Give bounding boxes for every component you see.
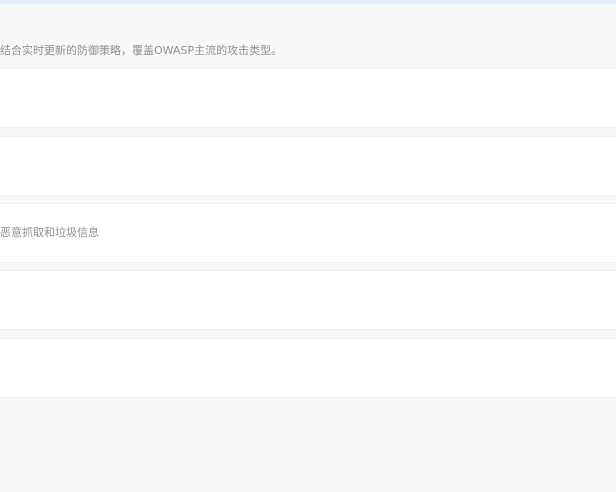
feature-card-5 <box>0 338 616 398</box>
feature-card-2 <box>0 136 616 196</box>
feature-description: 结合实时更新的防御策略，覆盖OWASP主流的攻击类型。 <box>0 44 283 57</box>
feature-card-4 <box>0 270 616 330</box>
feature-card-1 <box>0 68 616 128</box>
feature-card-text: 恶意抓取和垃圾信息 <box>0 226 99 239</box>
feature-card-3: 恶意抓取和垃圾信息 <box>0 203 616 263</box>
top-divider-strip <box>0 0 616 4</box>
